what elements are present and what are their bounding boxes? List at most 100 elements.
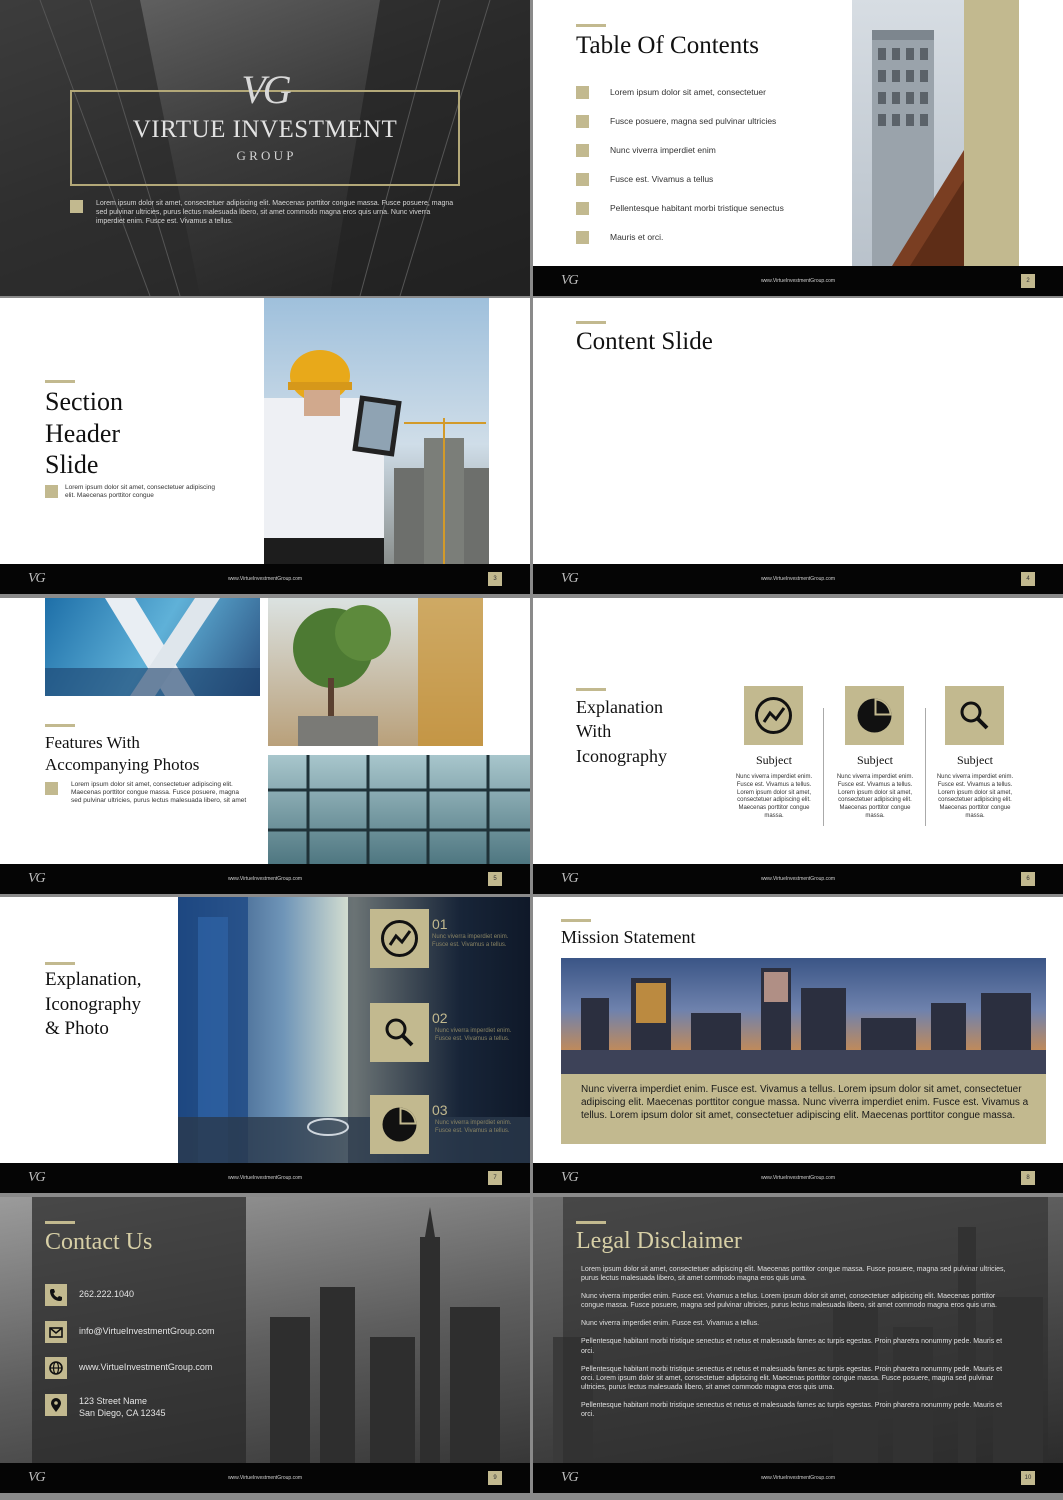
slide-footer: VG www.VirtueInvestmentGroup.com 6 [533,864,1063,894]
globe-icon [49,1361,63,1375]
features-text: Lorem ipsum dolor sit amet, consectetuer… [71,781,247,805]
slide-3-section-header[interactable]: Section Header Slide Lorem ipsum dolor s… [0,298,530,594]
slide-7-explanation-photo[interactable]: Explanation, Iconography & Photo 01 Nunc… [0,897,530,1193]
slide-5-features-photos[interactable]: Features With Accompanying Photos Lorem … [0,598,530,894]
slide-6-explanation-iconography[interactable]: Explanation With Iconography Subject Nun… [533,598,1063,894]
address-line: San Diego, CA 12345 [79,1407,166,1418]
atrium-illustration [293,598,483,746]
accent-bar [576,24,606,27]
slide-8-mission-statement[interactable]: Mission Statement Nunc viverra imperdiet… [533,897,1063,1193]
slide-footer: VG www.VirtueInvestmentGroup.com 7 [0,1163,530,1193]
title-line: Header [45,418,121,448]
slide-title: Table Of Contents [576,32,759,59]
title-line: Explanation, [45,969,142,990]
disclaimer-paragraph: Pellentesque habitant morbi tristique se… [581,1338,1003,1355]
title-line: Accompanying Photos [45,755,200,775]
toc-item: Mauris et orci. [610,232,664,242]
bullet-square [70,200,83,213]
page-number: 10 [1021,1471,1035,1485]
accent-bar [561,919,591,922]
bullet-square [45,485,58,498]
disclaimer-paragraph: Lorem ipsum dolor sit amet, consectetuer… [581,1266,1006,1283]
item-3-number: 03 [432,1102,448,1118]
accent-bar [576,321,606,324]
email-text: info@VirtueInvestmentGroup.com [79,1326,215,1336]
footer-url: www.VirtueInvestmentGroup.com [760,1475,836,1481]
subject-3-icon-box [945,686,1004,745]
item-1-icon-box [370,909,429,968]
item-2-number: 02 [432,1010,448,1026]
disclaimer-paragraph: Nunc viverra imperdiet enim. Fusce est. … [581,1293,997,1310]
location-icon-box [45,1394,67,1416]
phone-text: 262.222.1040 [79,1289,135,1299]
page-number: 7 [488,1171,502,1185]
disclaimer-body: Lorem ipsum dolor sit amet, consectetuer… [581,1265,1017,1419]
address-text: 123 Street Name San Diego, CA 12345 [79,1396,166,1419]
glass-facade-photo [268,755,530,864]
page-number: 9 [488,1471,502,1485]
city-skyline-photo [561,958,1046,1074]
disclaimer-paragraph: Nunc viverra imperdiet enim. Fusce est. … [581,1320,760,1328]
divider [823,708,824,826]
company-name: VIRTUE INVESTMENT [132,116,398,143]
slide-1-title[interactable]: VG VIRTUE INVESTMENT G R O U P Lorem ips… [0,0,530,296]
page-number: 8 [1021,1171,1035,1185]
slide-footer: VG www.VirtueInvestmentGroup.com 10 [533,1463,1063,1493]
slide-title: Explanation, Iconography & Photo [45,968,142,1042]
accent-bar [45,380,75,383]
item-2-text: Nunc viverra imperdiet enim. Fusce est. … [435,1028,512,1042]
slide-title: Content Slide [576,328,713,355]
accent-bar [45,1221,75,1224]
footer-url: www.VirtueInvestmentGroup.com [760,576,836,582]
email-icon [49,1327,63,1338]
title-line: Features With [45,733,140,752]
bullet-square [576,86,589,99]
bullet-square [576,115,589,128]
accent-bar [576,688,606,691]
pie-chart-icon [382,1107,417,1142]
bullet-square [576,231,589,244]
tower-illustration [872,30,964,266]
disclaimer-paragraph: Pellentesque habitant morbi tristique se… [581,1401,1003,1419]
globe-icon-box [45,1357,67,1379]
subject-3-label: Subject [957,753,993,767]
subject-3-text: Nunc viverra imperdiet enim. Fusce est. … [936,774,1014,819]
page-number: 6 [1021,872,1035,886]
slide-4-content[interactable]: Content Slide VG www.VirtueInvestmentGro… [533,298,1063,594]
toc-item: Fusce est. Vivamus a tellus [610,174,714,184]
magnifier-icon [385,1018,414,1047]
monogram-logo: VG [241,67,291,112]
tower-photo [852,0,964,266]
disclaimer-paragraph: Pellentesque habitant morbi tristique se… [581,1365,1003,1391]
trend-chart-icon [381,920,418,957]
slide-10-legal-disclaimer[interactable]: Legal Disclaimer Lorem ipsum dolor sit a… [533,1197,1063,1493]
bullet-square [576,202,589,215]
toc-item: Nunc viverra imperdiet enim [610,145,716,155]
trend-chart-icon [755,697,792,734]
subject-1-icon-box [744,686,803,745]
title-line: & Photo [45,1018,109,1040]
bullet-square [576,173,589,186]
toc-item: Fusce posuere, magna sed pulvinar ultric… [610,116,777,126]
slide-footer: VG www.VirtueInvestmentGroup.com 8 [533,1163,1063,1193]
accent-bar [45,962,75,965]
item-1-text: Nunc viverra imperdiet enim. Fusce est. … [432,934,509,948]
item-2-icon-box [370,1003,429,1062]
city-skyline-illustration [561,968,1046,1074]
page-number: 4 [1021,572,1035,586]
slide-footer: VG www.VirtueInvestmentGroup.com 9 [0,1463,530,1493]
title-line: Explanation [576,697,663,717]
toc-item: Pellentesque habitant morbi tristique se… [610,203,784,213]
slide-footer: VG www.VirtueInvestmentGroup.com 2 [533,266,1063,296]
slide-title: Explanation With Iconography [576,695,667,768]
bullet-square [45,782,58,795]
item-3-text: Nunc viverra imperdiet enim. Fusce est. … [435,1120,512,1134]
slide-9-contact-us[interactable]: Contact Us 262.222.1040 info@VirtueInves… [0,1197,530,1493]
subject-2-text: Nunc viverra imperdiet enim. Fusce est. … [836,774,914,819]
slide-footer: VG www.VirtueInvestmentGroup.com 5 [0,864,530,894]
email-icon-box [45,1321,67,1343]
slide-2-table-of-contents[interactable]: Table Of Contents Lorem ipsum dolor sit … [533,0,1063,296]
subject-1-text: Nunc viverra imperdiet enim. Fusce est. … [735,774,813,819]
slide-title: Section Header Slide [45,386,123,481]
toc-item: Lorem ipsum dolor sit amet, consectetuer [610,87,766,97]
